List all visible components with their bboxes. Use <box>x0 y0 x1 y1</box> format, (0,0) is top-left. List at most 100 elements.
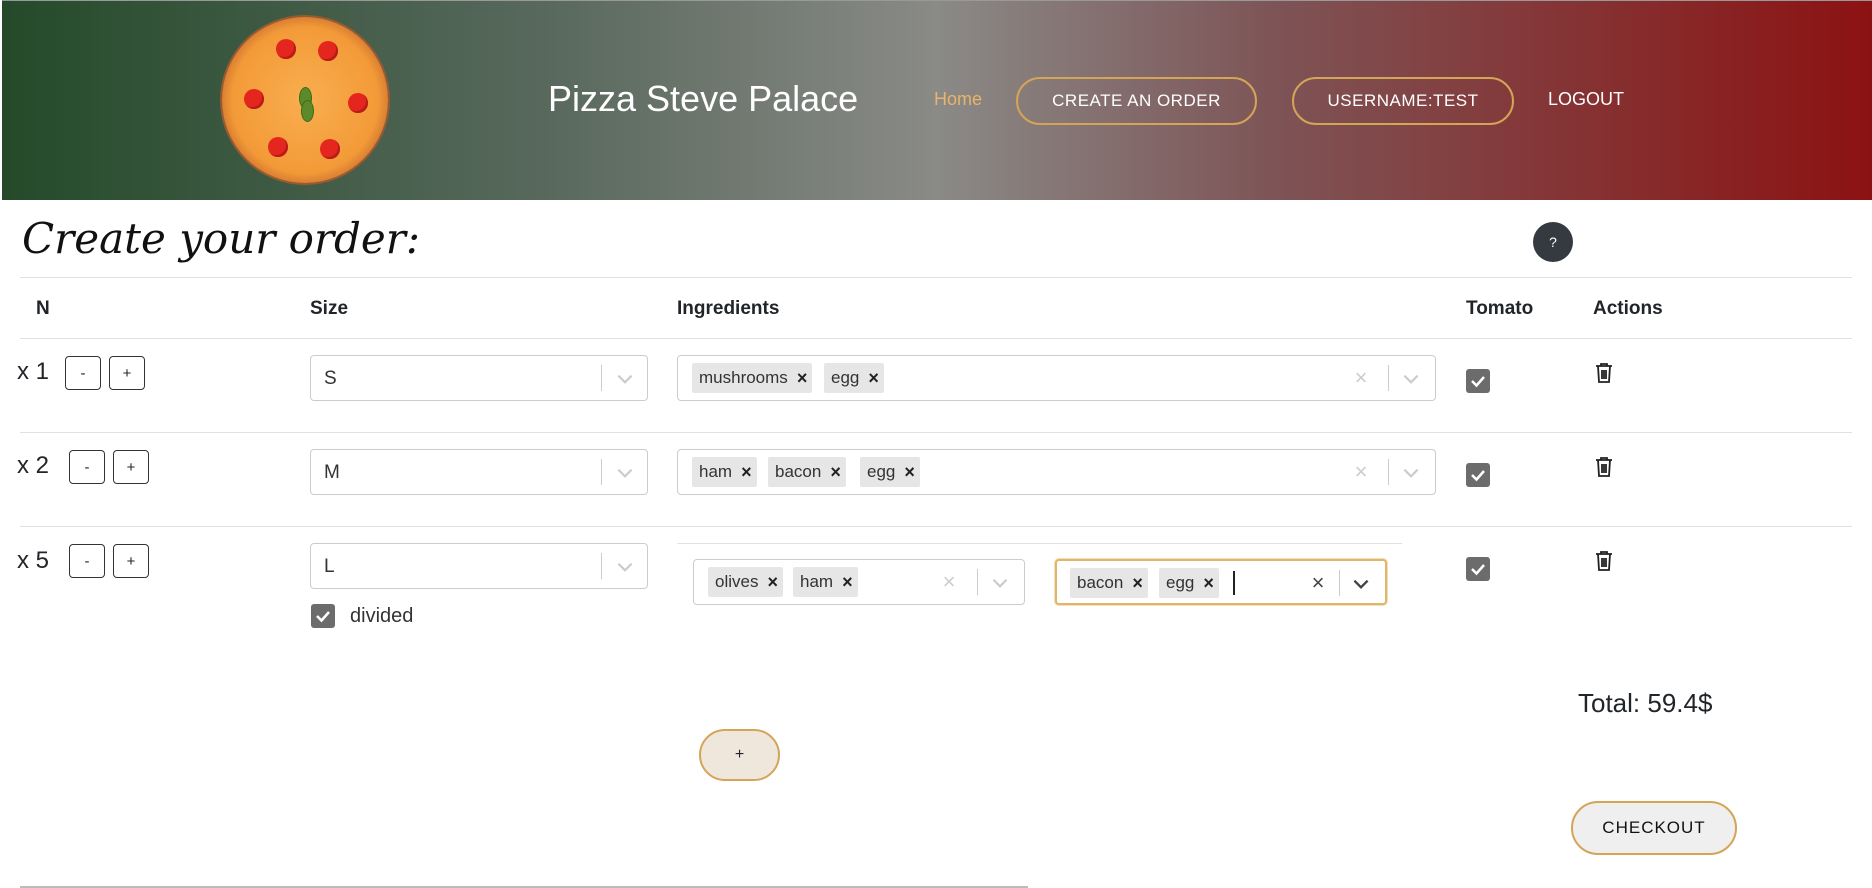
close-icon[interactable]: × <box>842 572 853 593</box>
tomato-checkbox[interactable] <box>1466 369 1490 393</box>
close-icon[interactable]: × <box>1203 573 1214 594</box>
chevron-down-icon[interactable] <box>1400 462 1422 484</box>
clear-icon[interactable]: × <box>1307 572 1329 594</box>
quantity-label: x 1 <box>17 358 50 385</box>
chip-label: bacon <box>1077 573 1124 592</box>
ingredients-select[interactable]: mushrooms × egg × × <box>677 355 1436 401</box>
ingredient-chip: ham × <box>692 457 757 487</box>
checkmark-icon <box>316 611 330 623</box>
size-value: S <box>324 368 337 389</box>
clear-icon[interactable]: × <box>1350 461 1372 483</box>
ingredients-right-select[interactable]: bacon × egg × × <box>1055 559 1387 605</box>
increment-button[interactable]: + <box>109 356 145 390</box>
pepperoni-icon <box>244 89 264 109</box>
divided-label: divided <box>350 605 414 627</box>
chevron-down-icon[interactable] <box>614 368 636 390</box>
username-button[interactable]: USERNAME:TEST <box>1292 77 1514 125</box>
ingredient-chip: egg × <box>824 363 884 393</box>
help-button[interactable]: ? <box>1533 222 1573 262</box>
clear-icon[interactable]: × <box>938 571 960 593</box>
chip-label: mushrooms <box>699 368 788 387</box>
divider <box>677 543 1402 544</box>
chevron-down-icon[interactable] <box>989 572 1011 594</box>
quantity-label: x 2 <box>17 452 50 479</box>
checkmark-icon <box>1471 376 1485 388</box>
ingredients-select[interactable]: ham × bacon × egg × × <box>677 449 1436 495</box>
size-select[interactable]: M <box>310 449 648 495</box>
separator <box>1388 365 1389 391</box>
size-select[interactable]: L <box>310 543 648 589</box>
checkmark-icon <box>1471 564 1485 576</box>
chip-label: ham <box>699 462 733 481</box>
page-title: Create your order: <box>22 214 421 263</box>
separator <box>977 569 978 595</box>
brand-title[interactable]: Pizza Steve Palace <box>548 78 858 120</box>
ingredient-chip: ham × <box>793 567 858 597</box>
close-icon[interactable]: × <box>741 462 752 483</box>
ingredient-chip: bacon × <box>768 457 846 487</box>
column-header-actions: Actions <box>1593 298 1663 319</box>
ingredient-chip: egg × <box>860 457 920 487</box>
close-icon[interactable]: × <box>797 368 808 389</box>
tomato-checkbox[interactable] <box>1466 463 1490 487</box>
pepperoni-icon <box>268 137 288 157</box>
close-icon[interactable]: × <box>904 462 915 483</box>
header-bar: Pizza Steve Palace Home CREATE AN ORDER … <box>2 0 1872 200</box>
separator <box>601 459 602 485</box>
trash-icon[interactable] <box>1595 550 1613 572</box>
trash-icon[interactable] <box>1595 362 1613 384</box>
checkmark-icon <box>1471 470 1485 482</box>
clear-icon[interactable]: × <box>1350 367 1372 389</box>
chip-label: bacon <box>775 462 822 481</box>
column-header-size: Size <box>310 298 349 319</box>
increment-button[interactable]: + <box>113 450 149 484</box>
divider <box>20 432 1852 433</box>
decrement-button[interactable]: - <box>69 544 105 578</box>
chip-label: egg <box>867 462 896 481</box>
chip-label: olives <box>715 572 759 591</box>
pepperoni-icon <box>348 93 368 113</box>
chip-label: ham <box>800 572 834 591</box>
add-pizza-button[interactable]: + <box>699 729 780 781</box>
divider <box>20 526 1852 527</box>
tomato-checkbox[interactable] <box>1466 557 1490 581</box>
chevron-down-icon[interactable] <box>1350 573 1372 595</box>
size-value: M <box>324 462 340 483</box>
divided-checkbox[interactable] <box>311 604 335 628</box>
close-icon[interactable]: × <box>830 462 841 483</box>
close-icon[interactable]: × <box>868 368 879 389</box>
pepperoni-icon <box>318 41 338 61</box>
checkout-button[interactable]: CHECKOUT <box>1571 801 1737 855</box>
text-caret <box>1233 571 1235 595</box>
pizza-logo[interactable] <box>222 17 388 183</box>
create-order-button[interactable]: CREATE AN ORDER <box>1016 77 1257 125</box>
chevron-down-icon[interactable] <box>614 556 636 578</box>
separator <box>601 365 602 391</box>
decrement-button[interactable]: - <box>65 356 101 390</box>
close-icon[interactable]: × <box>1132 573 1143 594</box>
chip-label: egg <box>831 368 860 387</box>
close-icon[interactable]: × <box>767 572 778 593</box>
pepperoni-icon <box>320 139 340 159</box>
quantity-label: x 5 <box>17 547 50 574</box>
chevron-down-icon[interactable] <box>1400 368 1422 390</box>
ingredient-chip: bacon × <box>1070 568 1148 598</box>
increment-button[interactable]: + <box>113 544 149 578</box>
chip-label: egg <box>1166 573 1195 592</box>
divider <box>20 277 1852 278</box>
order-total: Total: 59.4$ <box>1578 688 1713 718</box>
pepperoni-icon <box>276 39 296 59</box>
logout-link[interactable]: LOGOUT <box>1548 89 1624 110</box>
column-header-n: N <box>36 298 50 319</box>
ingredients-left-select[interactable]: olives × ham × × <box>693 559 1025 605</box>
nav-home-link[interactable]: Home <box>934 89 982 110</box>
size-select[interactable]: S <box>310 355 648 401</box>
decrement-button[interactable]: - <box>69 450 105 484</box>
ingredient-chip: mushrooms × <box>692 363 813 393</box>
chevron-down-icon[interactable] <box>614 462 636 484</box>
ingredient-chip: egg × <box>1159 568 1219 598</box>
column-header-ingredients: Ingredients <box>677 298 780 319</box>
trash-icon[interactable] <box>1595 456 1613 478</box>
divider <box>20 338 1852 339</box>
ingredient-chip: olives × <box>708 567 783 597</box>
